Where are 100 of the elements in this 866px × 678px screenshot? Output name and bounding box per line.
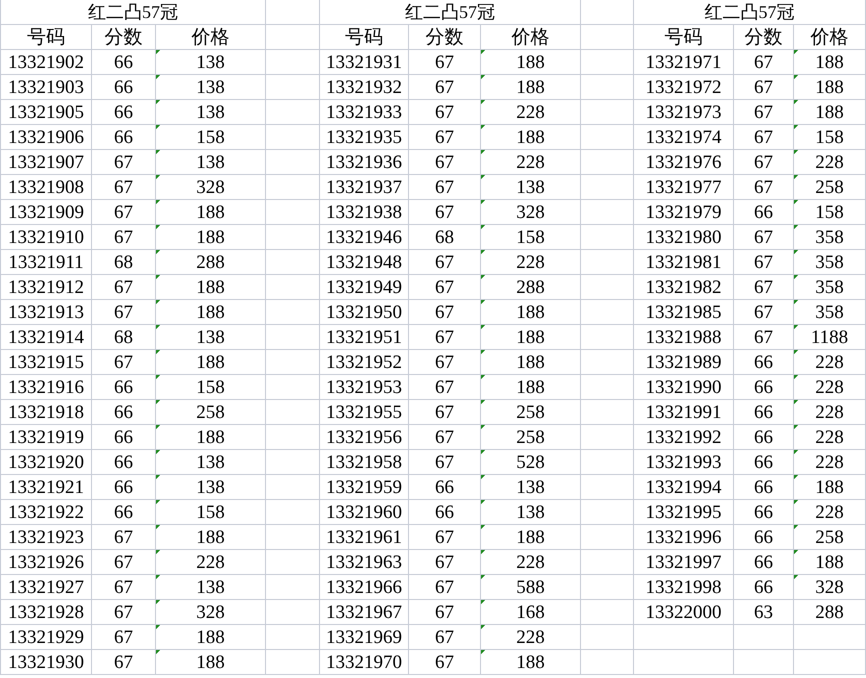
table-cell: 13321997 bbox=[634, 550, 734, 575]
table-cell: 13321995 bbox=[634, 500, 734, 525]
table-cell: 228 bbox=[794, 400, 866, 425]
column-header: 价格 bbox=[794, 25, 866, 50]
table-cell: 67 bbox=[734, 250, 794, 275]
table-cell: 188 bbox=[156, 650, 266, 675]
table-cell: 588 bbox=[481, 575, 581, 600]
table-cell: 188 bbox=[156, 425, 266, 450]
table-cell: 67 bbox=[409, 600, 481, 625]
table-cell: 228 bbox=[794, 375, 866, 400]
table-cell: 67 bbox=[734, 100, 794, 125]
table-cell: 13321913 bbox=[1, 300, 92, 325]
table-cell: 158 bbox=[794, 200, 866, 225]
table-cell: 67 bbox=[734, 225, 794, 250]
table-cell: 13321935 bbox=[320, 125, 409, 150]
table-cell: 66 bbox=[734, 500, 794, 525]
empty-cell bbox=[266, 25, 320, 50]
table-cell: 67 bbox=[409, 125, 481, 150]
table-cell: 67 bbox=[409, 575, 481, 600]
table-cell: 67 bbox=[734, 275, 794, 300]
table-cell: 13321918 bbox=[1, 400, 92, 425]
table-cell: 67 bbox=[409, 325, 481, 350]
table-cell: 358 bbox=[794, 225, 866, 250]
table-cell: 13321931 bbox=[320, 50, 409, 75]
table-cell: 13321912 bbox=[1, 275, 92, 300]
table-cell: 228 bbox=[481, 250, 581, 275]
table-cell: 13321985 bbox=[634, 300, 734, 325]
table-cell: 66 bbox=[92, 500, 156, 525]
table-cell: 138 bbox=[156, 50, 266, 75]
table-cell: 228 bbox=[481, 550, 581, 575]
table-cell: 188 bbox=[481, 50, 581, 75]
table-cell: 67 bbox=[409, 650, 481, 675]
table-cell: 13321972 bbox=[634, 75, 734, 100]
table-cell: 228 bbox=[794, 450, 866, 475]
table-cell: 358 bbox=[794, 250, 866, 275]
table-cell: 228 bbox=[481, 150, 581, 175]
table-cell: 328 bbox=[794, 575, 866, 600]
table-cell: 13322000 bbox=[634, 600, 734, 625]
table-cell: 13321958 bbox=[320, 450, 409, 475]
table-cell: 158 bbox=[481, 225, 581, 250]
column-header: 号码 bbox=[1, 25, 92, 50]
table-cell: 67 bbox=[734, 125, 794, 150]
table-cell: 13321926 bbox=[1, 550, 92, 575]
table-cell: 13321993 bbox=[634, 450, 734, 475]
table-cell: 67 bbox=[92, 650, 156, 675]
table-cell: 258 bbox=[481, 400, 581, 425]
table-cell: 67 bbox=[92, 175, 156, 200]
table-cell: 67 bbox=[409, 100, 481, 125]
table-cell: 13321933 bbox=[320, 100, 409, 125]
table-cell: 258 bbox=[156, 400, 266, 425]
table-cell: 228 bbox=[794, 150, 866, 175]
table-cell: 13321936 bbox=[320, 150, 409, 175]
empty-cell bbox=[266, 0, 320, 25]
table-cell: 188 bbox=[794, 100, 866, 125]
table-cell: 13321948 bbox=[320, 250, 409, 275]
table-cell: 67 bbox=[92, 275, 156, 300]
table-cell: 258 bbox=[481, 425, 581, 450]
column-header: 号码 bbox=[320, 25, 409, 50]
table-cell: 138 bbox=[156, 75, 266, 100]
table-cell: 358 bbox=[794, 300, 866, 325]
table-cell: 13321982 bbox=[634, 275, 734, 300]
table-cell: 13321923 bbox=[1, 525, 92, 550]
column-header: 价格 bbox=[156, 25, 266, 50]
table-cell: 288 bbox=[794, 600, 866, 625]
empty-cell bbox=[734, 625, 794, 650]
table-cell: 67 bbox=[409, 200, 481, 225]
table-cell: 13321967 bbox=[320, 600, 409, 625]
column-header: 分数 bbox=[92, 25, 156, 50]
table-cell: 13321961 bbox=[320, 525, 409, 550]
table-cell: 228 bbox=[794, 425, 866, 450]
table-cell: 138 bbox=[156, 150, 266, 175]
table-cell: 13321959 bbox=[320, 475, 409, 500]
table-cell: 188 bbox=[481, 300, 581, 325]
table-cell: 13321976 bbox=[634, 150, 734, 175]
table-cell: 67 bbox=[92, 550, 156, 575]
table-cell: 13321996 bbox=[634, 525, 734, 550]
table-cell: 188 bbox=[794, 50, 866, 75]
table-cell: 528 bbox=[481, 450, 581, 475]
table-cell: 13321930 bbox=[1, 650, 92, 675]
table-cell: 13321905 bbox=[1, 100, 92, 125]
table-title: 红二凸57冠 bbox=[1, 0, 266, 25]
table-cell: 66 bbox=[734, 450, 794, 475]
table-cell: 138 bbox=[156, 575, 266, 600]
table-cell: 66 bbox=[409, 475, 481, 500]
table-cell: 67 bbox=[92, 625, 156, 650]
table-cell: 67 bbox=[734, 75, 794, 100]
table-cell: 13321914 bbox=[1, 325, 92, 350]
column-header: 价格 bbox=[481, 25, 581, 50]
table-cell: 63 bbox=[734, 600, 794, 625]
table-cell: 66 bbox=[734, 400, 794, 425]
table-cell: 66 bbox=[734, 425, 794, 450]
table-cell: 67 bbox=[92, 575, 156, 600]
table-cell: 138 bbox=[481, 500, 581, 525]
table-cell: 13321991 bbox=[634, 400, 734, 425]
table-cell: 67 bbox=[409, 50, 481, 75]
table-cell: 138 bbox=[156, 450, 266, 475]
table-cell: 67 bbox=[409, 375, 481, 400]
table-cell: 13321952 bbox=[320, 350, 409, 375]
table-cell: 13321951 bbox=[320, 325, 409, 350]
table-cell: 188 bbox=[156, 625, 266, 650]
